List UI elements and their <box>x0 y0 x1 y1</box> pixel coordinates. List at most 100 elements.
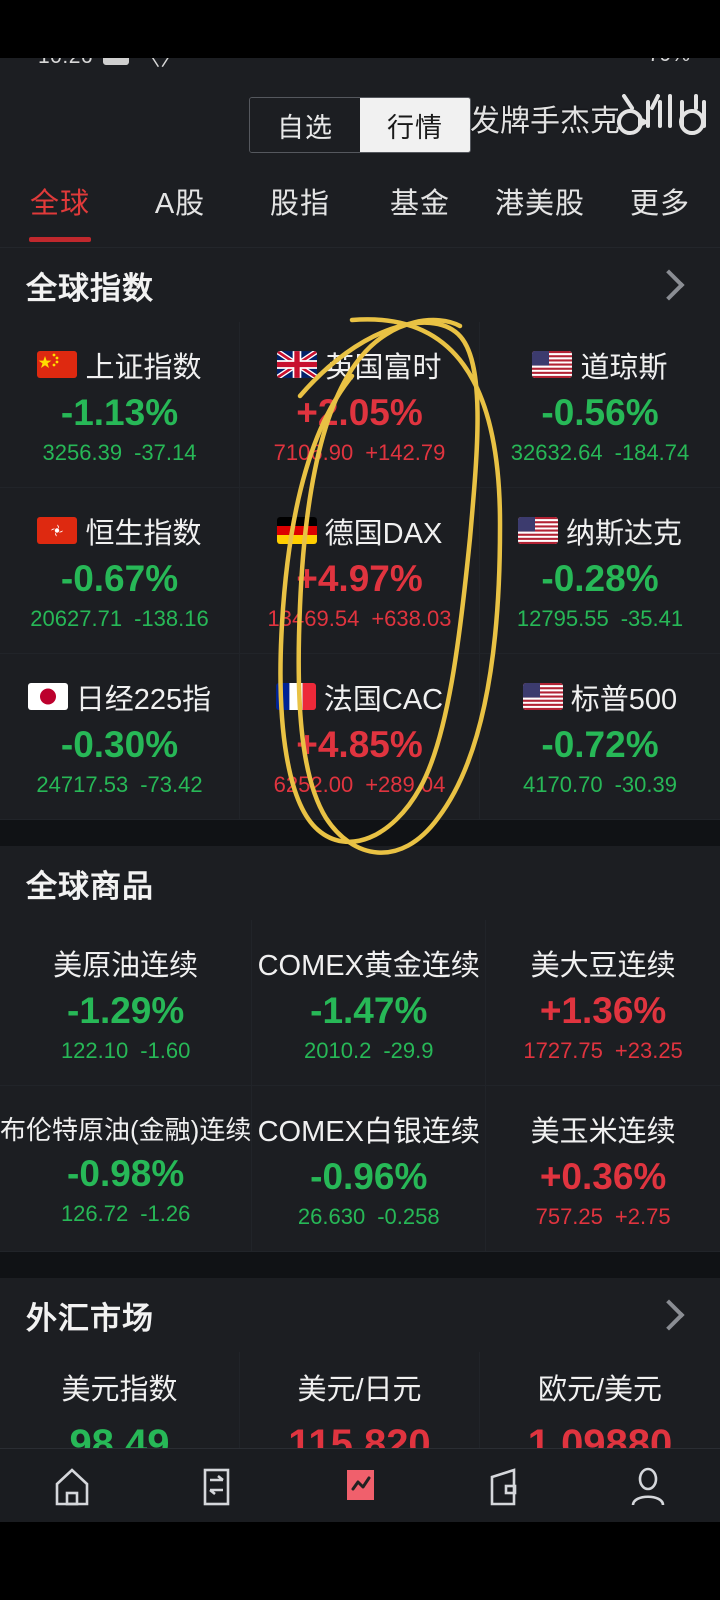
quote-cell[interactable]: 上证指数 -1.13% 3256.39 -37.14 <box>0 322 240 488</box>
section-divider <box>0 1252 720 1278</box>
quote-cell[interactable]: 纳斯达克 -0.28% 12795.55 -35.41 <box>480 488 720 654</box>
quote-name: COMEX白银连续 <box>257 1115 480 1148</box>
quote-cell[interactable]: COMEX白银连续 -0.96% 26.630 -0.258 <box>252 1086 487 1252</box>
quote-detail-row: 32632.64 -184.74 <box>511 440 689 466</box>
quote-change: -184.74 <box>614 439 690 465</box>
chevron-right-icon[interactable] <box>653 269 685 301</box>
quote-cell[interactable]: 美玉米连续 +0.36% 757.25 +2.75 <box>486 1086 720 1252</box>
global-commodities-grid: 美原油连续 -1.29% 122.10 -1.60 COMEX黄金连续 -1.4… <box>0 920 720 1252</box>
nav-profile[interactable] <box>576 1464 720 1508</box>
flag-fr-icon <box>275 683 316 710</box>
tab-fund[interactable]: 基金 <box>360 180 480 222</box>
flag-us-icon <box>532 351 573 378</box>
tab-more[interactable]: 更多 <box>600 180 720 222</box>
quote-change-pct: +4.97% <box>296 557 423 599</box>
section-header-global-indices[interactable]: 全球指数 <box>0 248 720 322</box>
quote-change-pct: -1.47% <box>310 989 428 1031</box>
bilibili-logo-icon <box>608 92 712 144</box>
tab-a-shares[interactable]: A股 <box>120 180 240 222</box>
quote-cell[interactable]: 日经225指 -0.30% 24717.53 -73.42 <box>0 654 240 820</box>
quote-detail-row: 126.72 -1.26 <box>61 1201 190 1227</box>
quote-cell[interactable]: 英国富时 +2.05% 7106.90 +142.79 <box>240 322 480 488</box>
nav-market[interactable] <box>288 1464 432 1508</box>
quote-change: -35.41 <box>620 605 684 631</box>
quote-name: 法国CAC <box>323 683 444 716</box>
nav-home[interactable] <box>0 1464 144 1508</box>
quote-price: 122.10 <box>60 1037 129 1063</box>
quote-name: 日经225指 <box>75 683 212 716</box>
section-title: 全球商品 <box>26 868 154 904</box>
quote-name-row: 纳斯达克 <box>517 510 682 552</box>
quote-change: -73.42 <box>140 771 203 797</box>
quote-change: -30.39 <box>614 771 677 797</box>
quote-change-pct: +2.05% <box>296 391 423 433</box>
nav-trade[interactable] <box>144 1464 288 1508</box>
section-title: 外汇市场 <box>26 1300 154 1336</box>
quote-change: -1.60 <box>140 1037 191 1063</box>
section-global-commodities: 全球商品 美原油连续 -1.29% 122.10 -1.60 COMEX黄金连续 <box>0 846 720 1252</box>
quote-name: 英国富时 <box>325 351 442 384</box>
tab-fund-label: 基金 <box>389 188 450 220</box>
quote-change-pct: +4.85% <box>296 723 423 765</box>
quote-name: 美玉米连续 <box>530 1115 676 1148</box>
quote-price: 6252.00 <box>273 771 354 797</box>
tab-global[interactable]: 全球 <box>0 180 120 242</box>
tab-index[interactable]: 股指 <box>240 180 360 222</box>
signal-icon: 〈〉 <box>139 58 183 70</box>
quote-cell[interactable]: COMEX黄金连续 -1.47% 2010.2 -29.9 <box>252 920 487 1086</box>
quote-cell[interactable]: 道琼斯 -0.56% 32632.64 -184.74 <box>480 322 720 488</box>
quote-cell[interactable]: 德国DAX +4.97% 13469.54 +638.03 <box>240 488 480 654</box>
wifi-icon: ⌃ <box>618 58 636 67</box>
quote-change-pct: -1.13% <box>60 391 179 433</box>
flag-cn-icon <box>37 351 78 378</box>
quote-cell[interactable]: 恒生指数 -0.67% 20627.71 -138.16 <box>0 488 240 654</box>
quote-cell[interactable]: 布伦特原油(金融)连续 -0.98% 126.72 -1.26 <box>0 1086 253 1252</box>
flag-us-icon <box>517 517 558 544</box>
quote-name: 标普500 <box>570 683 678 716</box>
segment-watchlist[interactable]: 自选 <box>250 98 360 152</box>
quote-name-row: 道琼斯 <box>532 344 668 386</box>
quote-price: 20627.71 <box>30 605 123 631</box>
quote-detail-row: 1727.75 +23.25 <box>523 1038 682 1064</box>
quote-name-row: 美原油连续 <box>53 942 198 984</box>
quote-name-row: 欧元/美元 <box>538 1366 662 1408</box>
quote-price: 126.72 <box>60 1201 129 1226</box>
quote-detail-row: 3256.39 -37.14 <box>43 440 197 466</box>
quote-change-pct: -0.28% <box>541 557 659 599</box>
nav-wallet[interactable] <box>432 1464 576 1508</box>
quote-cell[interactable]: 标普500 -0.72% 4170.70 -30.39 <box>480 654 720 820</box>
tab-active-indicator <box>29 237 91 242</box>
quote-price: 13469.54 <box>267 605 360 631</box>
quote-change-pct: -0.98% <box>67 1153 185 1194</box>
quote-change-pct: -0.56% <box>541 391 659 433</box>
quote-name-row: 上证指数 <box>37 344 202 386</box>
section-header-global-commodities[interactable]: 全球商品 <box>0 846 720 920</box>
quote-price: 3256.39 <box>42 439 123 465</box>
section-title: 全球指数 <box>26 270 154 306</box>
quote-name: 纳斯达克 <box>565 517 682 550</box>
quote-change: +23.25 <box>614 1037 683 1063</box>
section-header-forex-market[interactable]: 外汇市场 <box>0 1278 720 1352</box>
status-bar-right: ⌃ 79% <box>618 58 690 67</box>
bottom-navigation-bar <box>0 1448 720 1522</box>
quote-name-row: 布伦特原油(金融)连续 <box>0 1110 251 1147</box>
chevron-right-icon[interactable] <box>653 1299 685 1331</box>
quote-change-pct: -0.72% <box>541 723 659 765</box>
profile-icon <box>625 1464 671 1508</box>
tab-more-label: 更多 <box>629 188 690 220</box>
app-screen: 10:26 〈〉 ⌃ 79% 自选 行情 发牌手杰克 <box>0 58 720 1522</box>
wallet-icon <box>481 1464 527 1508</box>
quote-name: 布伦特原油(金融)连续 <box>0 1115 252 1145</box>
segment-market[interactable]: 行情 <box>360 98 470 152</box>
tab-global-label: 全球 <box>29 188 90 220</box>
quote-cell[interactable]: 美原油连续 -1.29% 122.10 -1.60 <box>0 920 253 1086</box>
flag-us-icon <box>522 683 563 710</box>
quote-cell[interactable]: 法国CAC +4.85% 6252.00 +289.04 <box>240 654 480 820</box>
quote-cell[interactable]: 美大豆连续 +1.36% 1727.75 +23.25 <box>486 920 720 1086</box>
segmented-control: 自选 行情 <box>249 97 471 153</box>
tab-hk-us-stocks[interactable]: 港美股 <box>480 180 600 222</box>
quote-change: -37.14 <box>134 439 197 465</box>
letterbox-top <box>0 0 720 58</box>
quote-name: COMEX黄金连续 <box>257 949 480 982</box>
top-bar: 自选 行情 发牌手杰克 <box>0 84 720 166</box>
